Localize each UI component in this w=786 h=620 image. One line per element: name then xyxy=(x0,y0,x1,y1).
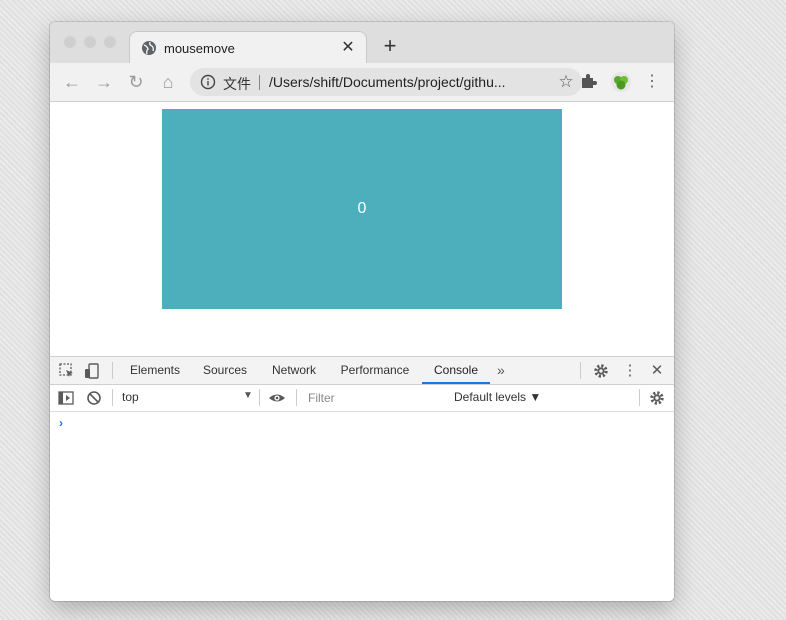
counter-value: 0 xyxy=(357,200,367,217)
info-icon[interactable] xyxy=(200,74,216,90)
divider xyxy=(296,389,297,406)
extensions-puzzle-icon[interactable] xyxy=(578,72,598,92)
devtools-menu-icon[interactable]: ⋮ xyxy=(621,362,639,380)
execution-context-select[interactable]: top xyxy=(122,390,139,404)
address-divider xyxy=(259,75,260,90)
settings-gear-icon[interactable] xyxy=(592,362,610,380)
live-expression-eye-icon[interactable] xyxy=(268,389,286,407)
divider xyxy=(112,389,113,406)
home-icon[interactable]: ⌂ xyxy=(157,71,179,93)
page-viewport: 0 xyxy=(50,102,674,356)
divider xyxy=(580,362,581,379)
browser-tab[interactable]: mousemove ✕ xyxy=(129,31,367,64)
tab-sources[interactable]: Sources xyxy=(194,357,256,384)
browser-menu-icon[interactable]: ⋮ xyxy=(642,72,662,92)
divider xyxy=(259,389,260,406)
device-toolbar-icon[interactable] xyxy=(83,362,101,380)
tab-performance[interactable]: Performance xyxy=(332,357,418,384)
tab-elements[interactable]: Elements xyxy=(122,357,188,384)
forward-icon[interactable]: → xyxy=(93,71,115,93)
minimize-window-button[interactable] xyxy=(84,36,96,48)
back-icon[interactable]: ← xyxy=(61,71,83,93)
console-settings-gear-icon[interactable] xyxy=(648,389,666,407)
site-label: 文件 xyxy=(223,76,251,92)
log-levels-dropdown[interactable]: Default levels ▼ xyxy=(454,390,541,404)
address-bar[interactable]: 文件 /Users/shift/Documents/project/githu.… xyxy=(190,68,582,96)
more-tabs-icon[interactable]: » xyxy=(497,357,505,384)
show-sidebar-icon[interactable] xyxy=(57,389,75,407)
inspect-element-icon[interactable] xyxy=(58,362,76,380)
console-prompt-icon[interactable]: › xyxy=(59,416,63,430)
console-filter-input[interactable] xyxy=(304,388,456,408)
window-controls xyxy=(64,36,116,48)
bookmark-star-icon[interactable]: ☆ xyxy=(556,72,576,92)
profile-avatar-icon[interactable] xyxy=(610,71,632,93)
devtools-panel: Elements Sources Network Performance Con… xyxy=(50,356,674,601)
divider xyxy=(639,389,640,406)
tab-strip: mousemove ✕ + xyxy=(50,22,674,64)
mousemove-area[interactable]: 0 xyxy=(162,109,562,309)
tab-network[interactable]: Network xyxy=(262,357,326,384)
console-toolbar: top ▼ Default levels ▼ xyxy=(50,385,674,412)
reload-icon[interactable]: ↻ xyxy=(125,71,147,93)
close-window-button[interactable] xyxy=(64,36,76,48)
maximize-window-button[interactable] xyxy=(104,36,116,48)
tab-close-icon[interactable]: ✕ xyxy=(338,38,358,58)
browser-window: mousemove ✕ + ← → ↻ ⌂ 文件 /Users/shift/Do… xyxy=(50,22,674,601)
chevron-down-icon[interactable]: ▼ xyxy=(243,390,253,401)
tab-title: mousemove xyxy=(164,41,235,56)
url-text[interactable]: /Users/shift/Documents/project/githu... xyxy=(269,74,506,90)
clear-console-icon[interactable] xyxy=(85,389,103,407)
devtools-tab-bar: Elements Sources Network Performance Con… xyxy=(50,357,674,385)
close-devtools-icon[interactable]: ✕ xyxy=(648,362,666,380)
browser-toolbar: ← → ↻ ⌂ 文件 /Users/shift/Documents/projec… xyxy=(50,63,674,102)
divider xyxy=(112,362,113,379)
new-tab-button[interactable]: + xyxy=(378,34,402,58)
globe-icon xyxy=(142,41,156,55)
tab-console[interactable]: Console xyxy=(422,357,490,384)
